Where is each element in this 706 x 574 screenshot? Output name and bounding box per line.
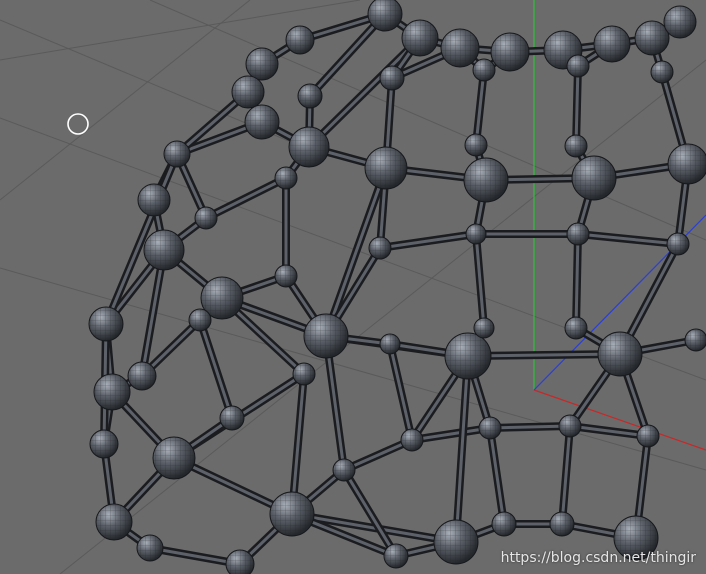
node-mesh	[685, 329, 706, 351]
x-axis-line	[533, 389, 706, 451]
node-mesh	[491, 33, 529, 71]
node-mesh	[245, 105, 279, 139]
node-mesh	[96, 504, 132, 540]
strut-highlight	[454, 354, 470, 544]
strut-highlight	[378, 232, 478, 250]
strut-highlight	[410, 426, 492, 442]
node-mesh	[559, 415, 581, 437]
node-mesh	[153, 437, 195, 479]
node-mesh	[304, 314, 348, 358]
node-mesh	[567, 55, 589, 77]
node-mesh	[138, 184, 170, 216]
strut-highlight	[488, 426, 506, 526]
node-mesh	[286, 26, 314, 54]
node-mesh	[465, 134, 487, 156]
node-mesh	[402, 20, 438, 56]
node-mesh	[380, 334, 400, 354]
strut-highlight	[307, 36, 422, 149]
node-mesh	[464, 158, 508, 202]
3d-viewport[interactable]: https://blog.csdn.net/thingir	[0, 0, 706, 574]
node-mesh	[445, 333, 491, 379]
strut-highlight	[574, 64, 580, 148]
viewport-canvas[interactable]	[0, 0, 706, 574]
node-mesh	[144, 230, 184, 270]
node-mesh	[473, 59, 495, 81]
strut-highlight	[574, 232, 580, 330]
node-mesh	[479, 417, 501, 439]
node-mesh	[474, 318, 494, 338]
node-mesh	[434, 520, 478, 564]
node-mesh	[293, 363, 315, 385]
strut-highlight	[204, 176, 288, 220]
node-mesh	[164, 141, 190, 167]
node-mesh	[298, 84, 322, 108]
node-mesh	[275, 265, 297, 287]
watermark-text: https://blog.csdn.net/thingir	[500, 550, 696, 566]
node-mesh	[441, 29, 479, 67]
node-mesh	[637, 425, 659, 447]
strut-highlight	[488, 424, 572, 430]
node-mesh	[333, 459, 355, 481]
node-mesh	[289, 127, 329, 167]
node-mesh	[384, 544, 408, 568]
node-mesh	[594, 26, 630, 62]
node-mesh	[365, 147, 407, 189]
node-mesh	[550, 512, 574, 536]
node-mesh	[275, 167, 297, 189]
node-mesh	[137, 535, 163, 561]
node-mesh	[89, 307, 123, 341]
node-mesh	[565, 135, 587, 157]
node-mesh	[195, 207, 217, 229]
node-mesh	[466, 224, 486, 244]
geodesic-struts	[100, 10, 700, 568]
node-mesh	[220, 406, 244, 430]
node-mesh	[369, 237, 391, 259]
node-mesh	[94, 374, 130, 410]
node-mesh	[128, 362, 156, 390]
node-mesh	[667, 233, 689, 255]
node-mesh	[270, 492, 314, 536]
node-mesh	[664, 6, 696, 38]
node-mesh	[246, 48, 278, 80]
node-mesh	[492, 512, 516, 536]
node-mesh	[189, 309, 211, 331]
strut-highlight	[388, 342, 414, 442]
node-mesh	[232, 76, 264, 108]
geodesic-nodes	[88, 0, 706, 574]
node-mesh	[635, 21, 669, 55]
node-mesh	[651, 61, 673, 83]
strut-highlight	[198, 318, 234, 420]
node-mesh	[572, 156, 616, 200]
cursor-ring-icon	[67, 113, 89, 135]
node-mesh	[598, 332, 642, 376]
node-mesh	[90, 430, 118, 458]
node-mesh	[565, 317, 587, 339]
node-mesh	[567, 223, 589, 245]
node-mesh	[401, 429, 423, 451]
node-mesh	[380, 66, 404, 90]
